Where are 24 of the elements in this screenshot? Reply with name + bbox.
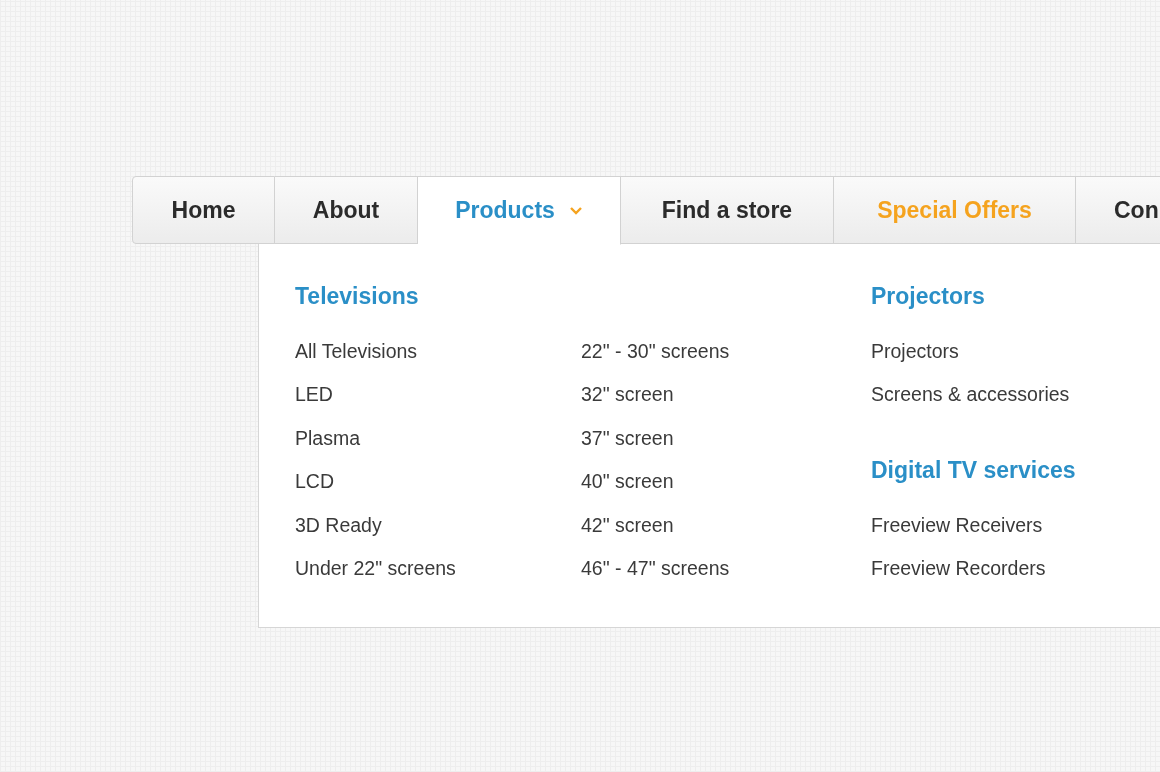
menu-link[interactable]: 22" - 30" screens [581, 330, 730, 374]
menu-link[interactable]: 46" - 47" screens [581, 547, 730, 591]
menu-link[interactable]: All Televisions [295, 330, 418, 374]
menu-heading: Projectors [871, 282, 985, 311]
menu-link[interactable]: LCD [295, 460, 334, 504]
menu-link[interactable]: 40" screen [581, 460, 674, 504]
menu-link[interactable]: 37" screen [581, 416, 674, 461]
nav-tab[interactable]: Products [418, 176, 621, 245]
menu-link[interactable]: 42" screen [581, 503, 674, 548]
nav-tab[interactable]: Find a store [621, 176, 834, 244]
menu-link[interactable]: Plasma [295, 416, 361, 461]
menu-link[interactable]: LED [295, 373, 333, 417]
menu-link[interactable]: 32" screen [581, 373, 674, 417]
nav-tab[interactable]: About [275, 176, 418, 244]
menu-heading: Digital TV services [871, 455, 1076, 485]
menu-link[interactable]: 3D Ready [295, 503, 382, 548]
menu-link[interactable]: Screens & accessories [871, 373, 1070, 417]
menu-heading: Televisions [295, 282, 419, 311]
menu-link[interactable]: Freeview Receivers [871, 503, 1043, 548]
nav-tab[interactable]: Con [1076, 176, 1160, 244]
menu-link[interactable]: Freeview Recorders [871, 547, 1046, 591]
menu-link[interactable]: Under 22" screens [295, 547, 456, 591]
nav-tab[interactable]: Home [132, 176, 275, 244]
menu-link[interactable]: Projectors [871, 330, 959, 374]
